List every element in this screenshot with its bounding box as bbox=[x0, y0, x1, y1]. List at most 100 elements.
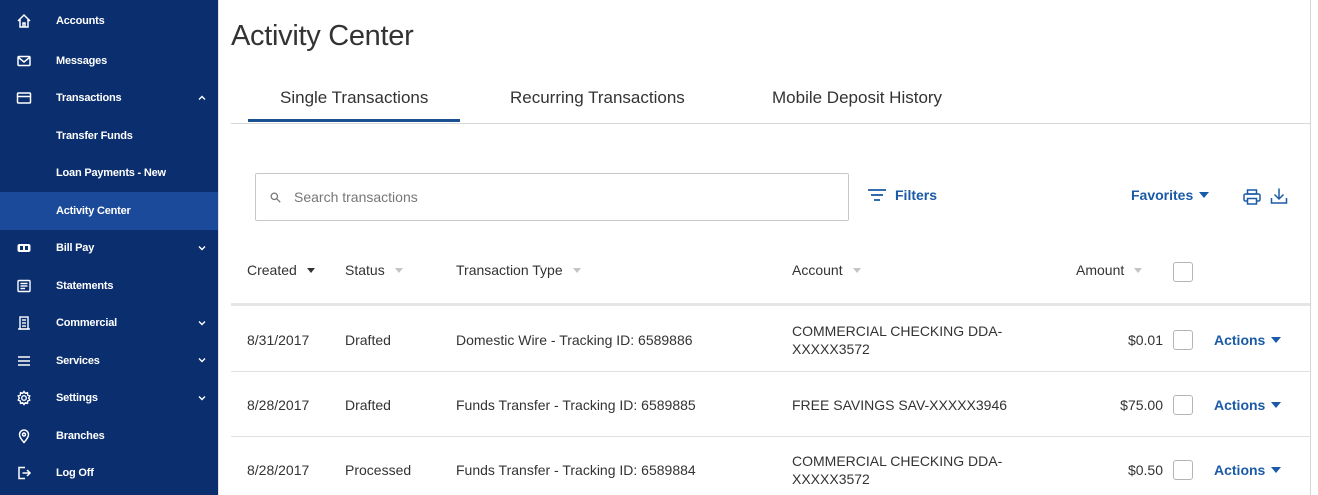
page-title: Activity Center bbox=[231, 20, 414, 52]
statements-icon bbox=[12, 274, 36, 298]
cell-status: Drafted bbox=[345, 396, 391, 413]
filters-label: Filters bbox=[895, 187, 938, 203]
cell-created: 8/28/2017 bbox=[247, 461, 310, 478]
sidebar-item-messages[interactable]: Messages bbox=[0, 42, 218, 80]
sidebar-item-statements[interactable]: Statements bbox=[0, 267, 218, 305]
logout-icon bbox=[12, 461, 36, 485]
sidebar-item-transactions[interactable]: Transactions bbox=[0, 80, 218, 118]
column-label: Amount bbox=[1076, 262, 1125, 278]
cell-status: Processed bbox=[345, 461, 412, 478]
bill-icon bbox=[12, 236, 36, 260]
sidebar-item-label: Activity Center bbox=[56, 204, 131, 217]
actions-label: Actions bbox=[1214, 461, 1266, 478]
gear-icon bbox=[12, 386, 36, 410]
chevron-down-icon bbox=[196, 354, 208, 366]
sidebar-item-label: Transactions bbox=[56, 92, 122, 105]
column-header-status[interactable]: Status bbox=[345, 262, 403, 278]
sidebar-item-loan-payments[interactable]: Loan Payments - New bbox=[0, 155, 218, 193]
cell-account: COMMERCIAL CHECKING DDA-XXXXX3572 bbox=[792, 322, 1003, 357]
sidebar-item-transfer-funds[interactable]: Transfer Funds bbox=[0, 117, 218, 155]
cell-amount: $75.00 bbox=[1120, 396, 1163, 413]
cell-transaction-type[interactable]: Funds Transfer - Tracking ID: 6589884 bbox=[456, 437, 696, 495]
sidebar-item-branches[interactable]: Branches bbox=[0, 417, 218, 455]
sidebar-item-label: Commercial bbox=[56, 317, 117, 330]
chevron-down-icon bbox=[196, 392, 208, 404]
sidebar-item-bill-pay[interactable]: Bill Pay bbox=[0, 230, 218, 268]
table-row: 8/28/2017 Processed Funds Transfer - Tra… bbox=[231, 437, 1311, 495]
cell-transaction-type[interactable]: Funds Transfer - Tracking ID: 6589885 bbox=[456, 372, 696, 437]
location-pin-icon bbox=[12, 424, 36, 448]
sidebar-item-label: Accounts bbox=[56, 15, 105, 27]
caret-down-icon bbox=[1271, 336, 1282, 343]
caret-down-icon bbox=[1199, 192, 1210, 198]
sort-icon bbox=[572, 267, 581, 273]
cell-created: 8/28/2017 bbox=[247, 396, 310, 413]
sidebar-item-services[interactable]: Services bbox=[0, 342, 218, 380]
row-checkbox[interactable] bbox=[1173, 459, 1193, 480]
sidebar-item-label: Transfer Funds bbox=[56, 129, 133, 142]
search-box bbox=[255, 173, 849, 221]
actions-dropdown[interactable]: Actions bbox=[1214, 437, 1282, 495]
sort-icon bbox=[852, 267, 861, 273]
cell-status: Drafted bbox=[345, 331, 391, 348]
sort-icon bbox=[1134, 267, 1143, 273]
table-header: Created Status Transaction Type Account … bbox=[231, 252, 1311, 306]
cell-account: COMMERCIAL CHECKING DDA-XXXXX3572 bbox=[792, 452, 1003, 487]
chevron-down-icon bbox=[196, 317, 208, 329]
sidebar-item-accounts[interactable]: Accounts bbox=[0, 0, 218, 42]
favorites-dropdown[interactable]: Favorites bbox=[1131, 187, 1210, 203]
main-content: Activity Center Single Transactions Recu… bbox=[218, 0, 1312, 495]
building-icon bbox=[12, 311, 36, 335]
column-header-created[interactable]: Created bbox=[247, 262, 315, 278]
select-all-checkbox[interactable] bbox=[1173, 262, 1193, 282]
envelope-icon bbox=[12, 49, 36, 73]
sidebar-item-label: Settings bbox=[56, 392, 98, 405]
favorites-label: Favorites bbox=[1131, 187, 1194, 203]
cell-amount: $0.01 bbox=[1127, 331, 1163, 348]
tab-single-transactions[interactable]: Single Transactions bbox=[247, 88, 461, 122]
sidebar-item-log-off[interactable]: Log Off bbox=[0, 455, 218, 493]
card-icon bbox=[12, 86, 36, 110]
actions-dropdown[interactable]: Actions bbox=[1214, 307, 1282, 372]
search-icon bbox=[270, 190, 284, 204]
column-header-amount[interactable]: Amount bbox=[1076, 262, 1143, 278]
row-checkbox[interactable] bbox=[1173, 329, 1193, 350]
sidebar-item-label: Branches bbox=[56, 429, 105, 442]
filters-button[interactable]: Filters bbox=[867, 187, 937, 203]
row-checkbox[interactable] bbox=[1173, 394, 1193, 415]
column-label: Status bbox=[345, 262, 385, 278]
print-icon[interactable] bbox=[1243, 189, 1261, 205]
table-row: 8/28/2017 Drafted Funds Transfer - Track… bbox=[231, 372, 1311, 437]
cell-transaction-type[interactable]: Domestic Wire - Tracking ID: 6589886 bbox=[456, 307, 693, 372]
sort-icon bbox=[394, 267, 403, 273]
sidebar-item-label: Loan Payments - New bbox=[56, 167, 166, 180]
column-header-transaction-type[interactable]: Transaction Type bbox=[456, 262, 581, 278]
cell-account: FREE SAVINGS SAV-XXXXX3946 bbox=[792, 396, 1008, 413]
home-icon bbox=[12, 9, 36, 33]
column-label: Created bbox=[247, 262, 297, 278]
caret-down-icon bbox=[1271, 466, 1282, 473]
actions-dropdown[interactable]: Actions bbox=[1214, 372, 1282, 437]
column-label: Account bbox=[792, 262, 843, 278]
tab-mobile-deposit-history[interactable]: Mobile Deposit History bbox=[772, 88, 942, 108]
tab-recurring-transactions[interactable]: Recurring Transactions bbox=[510, 88, 685, 108]
column-header-account[interactable]: Account bbox=[792, 262, 861, 278]
table-row: 8/31/2017 Drafted Domestic Wire - Tracki… bbox=[231, 307, 1311, 372]
actions-label: Actions bbox=[1214, 396, 1266, 413]
sidebar-item-settings[interactable]: Settings bbox=[0, 380, 218, 418]
sort-desc-icon bbox=[306, 267, 315, 273]
sidebar-item-activity-center[interactable]: Activity Center bbox=[0, 192, 218, 230]
sidebar-item-label: Bill Pay bbox=[56, 242, 95, 255]
sidebar: Accounts Messages Transactions Transfer … bbox=[0, 0, 218, 495]
cell-created: 8/31/2017 bbox=[247, 331, 310, 348]
chevron-down-icon bbox=[196, 242, 208, 254]
sidebar-item-commercial[interactable]: Commercial bbox=[0, 305, 218, 343]
download-icon[interactable] bbox=[1270, 187, 1288, 205]
search-input[interactable] bbox=[294, 189, 814, 205]
filter-icon bbox=[868, 189, 886, 201]
sidebar-item-label: Services bbox=[56, 354, 100, 367]
menu-icon bbox=[12, 349, 36, 373]
sidebar-item-label: Log Off bbox=[56, 467, 94, 480]
sidebar-item-label: Statements bbox=[56, 279, 114, 292]
cell-amount: $0.50 bbox=[1127, 461, 1163, 478]
